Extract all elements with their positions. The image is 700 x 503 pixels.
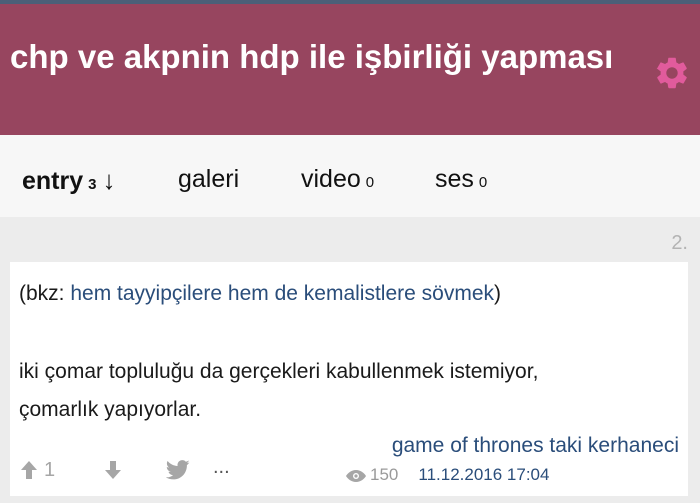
arrow-up-icon[interactable] xyxy=(20,460,38,480)
tab-ses-count: 0 xyxy=(478,174,488,191)
entry-meta: 150 11.12.2016 17:04 xyxy=(346,465,549,485)
tab-video-count: 0 xyxy=(365,174,375,191)
bkz-link[interactable]: hem tayyipçilere hem de kemalistlere söv… xyxy=(70,282,494,305)
entry-body-line: iki çomar topluluğu da gerçekleri kabull… xyxy=(19,360,539,383)
bkz-line: (bkz: hem tayyipçilere hem de kemalistle… xyxy=(19,282,501,306)
sort-down-icon[interactable]: ↓ xyxy=(102,165,115,195)
arrow-down-icon[interactable] xyxy=(104,460,122,480)
tab-entry-count: 3 xyxy=(88,176,97,193)
more-options-button[interactable]: ... xyxy=(213,456,230,479)
tab-video[interactable]: video 0 xyxy=(301,165,374,194)
tab-ses-label: ses xyxy=(435,165,474,193)
entry-card: (bkz: hem tayyipçilere hem de kemalistle… xyxy=(10,262,688,496)
entry-date[interactable]: 11.12.2016 17:04 xyxy=(418,465,549,484)
bkz-prefix: (bkz: xyxy=(19,282,71,305)
tab-ses[interactable]: ses 0 xyxy=(435,165,487,194)
topic-header: chp ve akpnin hdp ile işbirliği yapması xyxy=(0,0,700,135)
view-count: 150 xyxy=(370,465,399,484)
eye-icon xyxy=(346,469,366,482)
tab-entry-label: entry xyxy=(22,167,84,195)
gear-icon[interactable] xyxy=(653,54,691,92)
upvote-count: 1 xyxy=(44,459,56,481)
entry-body-line: çomarlık yapıyorlar. xyxy=(19,398,202,421)
tab-video-label: video xyxy=(301,165,361,193)
twitter-icon[interactable] xyxy=(166,460,190,480)
tab-galeri-label: galeri xyxy=(178,165,240,193)
tab-entry[interactable]: entry 3 ↓ xyxy=(22,165,115,196)
tab-bar: entry 3 ↓ galeri video 0 ses 0 xyxy=(0,135,700,217)
bkz-suffix: ) xyxy=(494,282,502,305)
entry-number: 2. xyxy=(671,232,688,254)
tab-galeri[interactable]: galeri xyxy=(178,165,239,194)
entry-author[interactable]: game of thrones taki kerhaneci xyxy=(392,434,679,458)
topic-title[interactable]: chp ve akpnin hdp ile işbirliği yapması xyxy=(10,37,620,76)
